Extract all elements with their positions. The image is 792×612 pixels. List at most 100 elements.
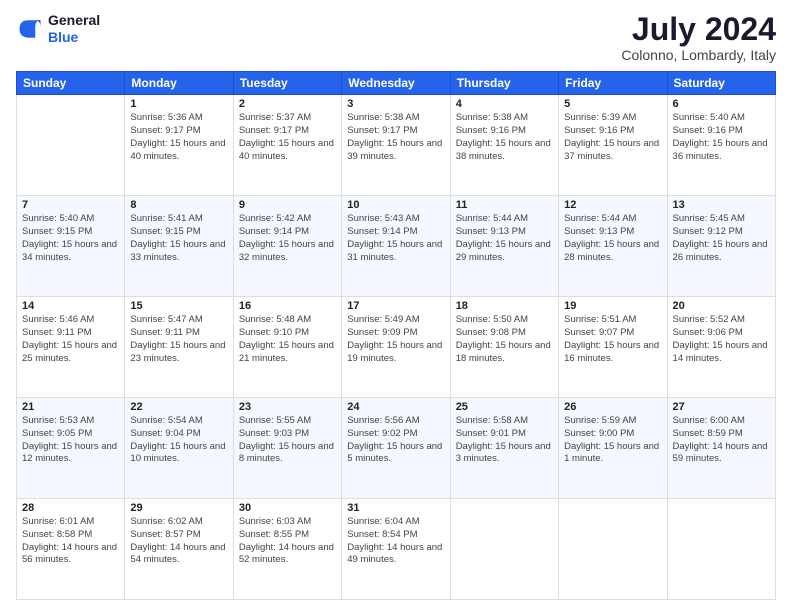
logo-line2: Blue (48, 29, 100, 46)
daylight-text: Daylight: 15 hours and 39 minutes. (347, 138, 442, 162)
sunset-text: Sunset: 9:05 PM (22, 428, 92, 439)
day-info: Sunrise: 5:50 AMSunset: 9:08 PMDaylight:… (456, 314, 553, 365)
day-info: Sunrise: 5:39 AMSunset: 9:16 PMDaylight:… (564, 112, 661, 163)
day-info: Sunrise: 5:48 AMSunset: 9:10 PMDaylight:… (239, 314, 336, 365)
sunset-text: Sunset: 9:08 PM (456, 327, 526, 338)
sunset-text: Sunset: 9:15 PM (22, 226, 92, 237)
sunrise-text: Sunrise: 6:00 AM (673, 415, 745, 426)
day-info: Sunrise: 6:03 AMSunset: 8:55 PMDaylight:… (239, 516, 336, 567)
table-row: 23 Sunrise: 5:55 AM Sunset: 9:03 PM Dayligh… (233, 398, 341, 499)
day-info: Sunrise: 5:44 AMSunset: 9:13 PMDaylight:… (564, 213, 661, 264)
day-number: 5 (564, 98, 661, 110)
daylight-text: Daylight: 15 hours and 14 minutes. (673, 340, 768, 364)
day-info: Sunrise: 6:01 AMSunset: 8:58 PMDaylight:… (22, 516, 119, 567)
table-row: 17Sunrise: 5:49 AMSunset: 9:09 PMDayligh… (342, 297, 450, 398)
sunset-text: Sunset: 9:17 PM (239, 125, 309, 136)
day-info: Sunrise: 5:55 AM Sunset: 9:03 PM Daylight:… (239, 415, 336, 466)
day-number: 18 (456, 300, 553, 312)
day-info: Sunrise: 5:44 AMSunset: 9:13 PMDaylight:… (456, 213, 553, 264)
daylight-text: Daylight: 15 hours and 10 minutes. (130, 441, 225, 465)
daylight-text: Daylight: 15 hours and 8 minutes. (239, 441, 334, 465)
header-friday: Friday (559, 72, 667, 95)
table-row: 16Sunrise: 5:48 AMSunset: 9:10 PMDayligh… (233, 297, 341, 398)
sunset-text: Sunset: 9:17 PM (347, 125, 417, 136)
day-number: 27 (673, 401, 770, 413)
sunset-text: Sunset: 9:16 PM (564, 125, 634, 136)
day-number: 20 (673, 300, 770, 312)
sunrise-text: Sunrise: 5:55 AM (239, 415, 311, 426)
sunrise-text: Sunrise: 5:47 AM (130, 314, 202, 325)
sunset-text: Sunset: 9:09 PM (347, 327, 417, 338)
day-number: 25 (456, 401, 553, 413)
table-row: 7Sunrise: 5:40 AMSunset: 9:15 PMDaylight… (17, 196, 125, 297)
sunset-text: Sunset: 9:02 PM (347, 428, 417, 439)
sunrise-text: Sunrise: 5:50 AM (456, 314, 528, 325)
sunset-text: Sunset: 9:04 PM (130, 428, 200, 439)
logo-text: General Blue (48, 12, 100, 46)
daylight-text: Daylight: 15 hours and 21 minutes. (239, 340, 334, 364)
day-number: 24 (347, 401, 444, 413)
day-number: 4 (456, 98, 553, 110)
table-row: 25Sunrise: 5:58 AMSunset: 9:01 PMDayligh… (450, 398, 558, 499)
daylight-text: Daylight: 15 hours and 40 minutes. (130, 138, 225, 162)
daylight-text: Daylight: 15 hours and 36 minutes. (673, 138, 768, 162)
daylight-text: Daylight: 14 hours and 56 minutes. (22, 542, 117, 566)
table-row: 22Sunrise: 5:54 AMSunset: 9:04 PMDayligh… (125, 398, 233, 499)
daylight-text: Daylight: 15 hours and 3 minutes. (456, 441, 551, 465)
day-number: 13 (673, 199, 770, 211)
table-row: 8Sunrise: 5:41 AMSunset: 9:15 PMDaylight… (125, 196, 233, 297)
daylight-text: Daylight: 15 hours and 37 minutes. (564, 138, 659, 162)
sunrise-text: Sunrise: 6:02 AM (130, 516, 202, 527)
table-row: 3Sunrise: 5:38 AMSunset: 9:17 PMDaylight… (342, 95, 450, 196)
calendar-header-row: Sunday Monday Tuesday Wednesday Thursday… (17, 72, 776, 95)
sunset-text: Sunset: 9:16 PM (673, 125, 743, 136)
table-row: 12 Sunrise: 5:44 AMSunset: 9:13 PMDayligh… (559, 196, 667, 297)
title-section: July 2024 Colonno, Lombardy, Italy (621, 12, 776, 63)
table-row (17, 95, 125, 196)
day-number: 15 (130, 300, 227, 312)
day-info: Sunrise: 5:45 AMSunset: 9:12 PMDaylight:… (673, 213, 770, 264)
day-number: 12 (564, 199, 661, 211)
day-number: 28 (22, 502, 119, 514)
sunrise-text: Sunrise: 5:44 AM (456, 213, 528, 224)
sunrise-text: Sunrise: 5:44 AM (564, 213, 636, 224)
table-row: 20 Sunrise: 5:52 AMSunset: 9:06 PMDayligh… (667, 297, 775, 398)
day-info: Sunrise: 5:53 AMSunset: 9:05 PMDaylight:… (22, 415, 119, 466)
sunrise-text: Sunrise: 5:37 AM (239, 112, 311, 123)
day-number: 17 (347, 300, 444, 312)
table-row: 14Sunrise: 5:46 AMSunset: 9:11 PMDayligh… (17, 297, 125, 398)
day-number: 26 (564, 401, 661, 413)
day-info: Sunrise: 5:52 AMSunset: 9:06 PMDaylight:… (673, 314, 770, 365)
day-number: 31 (347, 502, 444, 514)
daylight-text: Daylight: 15 hours and 40 minutes. (239, 138, 334, 162)
day-number: 23 (239, 401, 336, 413)
table-row: 11Sunrise: 5:44 AMSunset: 9:13 PMDayligh… (450, 196, 558, 297)
logo-line1: General (48, 12, 100, 29)
sunrise-text: Sunrise: 5:53 AM (22, 415, 94, 426)
table-row: 24Sunrise: 5:56 AMSunset: 9:02 PMDayligh… (342, 398, 450, 499)
sunrise-text: Sunrise: 5:36 AM (130, 112, 202, 123)
page: General Blue July 2024 Colonno, Lombardy… (0, 0, 792, 612)
day-info: Sunrise: 5:51 AMSunset: 9:07 PMDaylight:… (564, 314, 661, 365)
sunrise-text: Sunrise: 5:48 AM (239, 314, 311, 325)
daylight-text: Daylight: 15 hours and 23 minutes. (130, 340, 225, 364)
sunset-text: Sunset: 9:00 PM (564, 428, 634, 439)
day-number: 6 (673, 98, 770, 110)
day-number: 14 (22, 300, 119, 312)
day-number: 8 (130, 199, 227, 211)
sunset-text: Sunset: 9:03 PM (239, 428, 309, 439)
sunrise-text: Sunrise: 5:51 AM (564, 314, 636, 325)
day-number: 21 (22, 401, 119, 413)
table-row: 27Sunrise: 6:00 AMSunset: 8:59 PMDayligh… (667, 398, 775, 499)
day-info: Sunrise: 5:42 AMSunset: 9:14 PMDaylight:… (239, 213, 336, 264)
table-row: 29Sunrise: 6:02 AMSunset: 8:57 PMDayligh… (125, 499, 233, 600)
day-info: Sunrise: 6:02 AMSunset: 8:57 PMDaylight:… (130, 516, 227, 567)
table-row: 30Sunrise: 6:03 AMSunset: 8:55 PMDayligh… (233, 499, 341, 600)
daylight-text: Daylight: 15 hours and 31 minutes. (347, 239, 442, 263)
day-info: Sunrise: 5:37 AM Sunset: 9:17 PM Daylight:… (239, 112, 336, 163)
day-number: 10 (347, 199, 444, 211)
sunset-text: Sunset: 8:59 PM (673, 428, 743, 439)
subtitle: Colonno, Lombardy, Italy (621, 47, 776, 63)
sunset-text: Sunset: 9:01 PM (456, 428, 526, 439)
sunset-text: Sunset: 8:54 PM (347, 529, 417, 540)
